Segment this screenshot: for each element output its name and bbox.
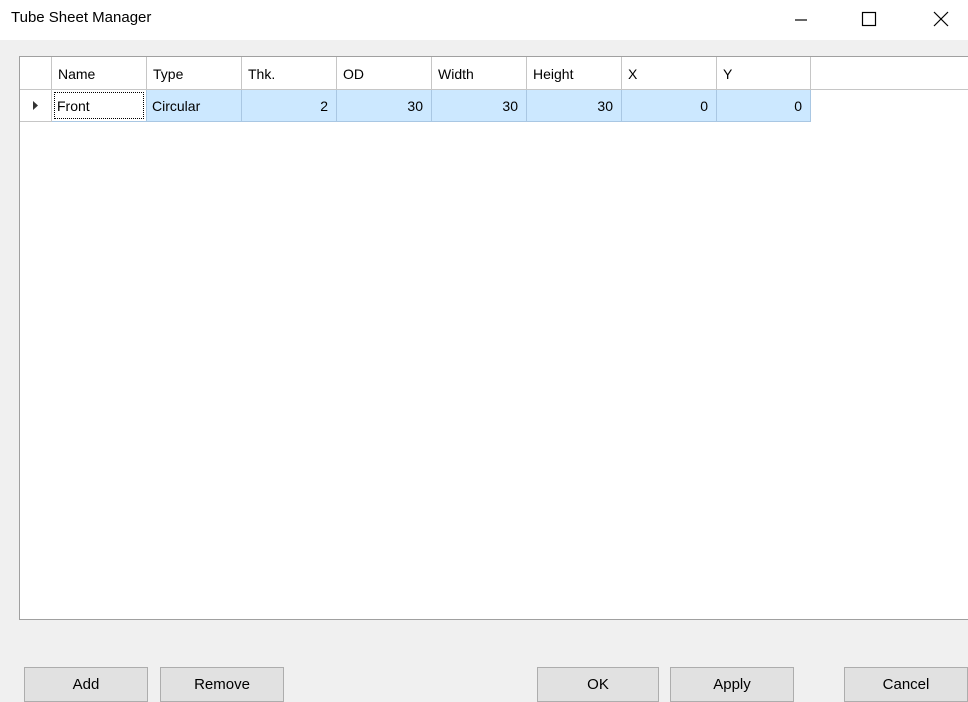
cell-type[interactable]: Circular — [147, 90, 242, 122]
column-header-y[interactable]: Y — [717, 57, 811, 90]
window-title: Tube Sheet Manager — [11, 9, 152, 26]
maximize-button[interactable] — [846, 0, 892, 38]
cell-x[interactable]: 0 — [622, 90, 717, 122]
column-header-width[interactable]: Width — [432, 57, 527, 90]
grid-header-row: Name Type Thk. OD Width Height X Y — [20, 57, 968, 90]
minimize-button[interactable] — [778, 0, 824, 38]
tube-sheet-grid[interactable]: Name Type Thk. OD Width Height X Y Front… — [19, 56, 968, 620]
column-header-thk[interactable]: Thk. — [242, 57, 337, 90]
cell-height[interactable]: 30 — [527, 90, 622, 122]
cancel-button[interactable]: Cancel — [844, 667, 968, 702]
apply-button[interactable]: Apply — [670, 667, 794, 702]
minimize-icon — [795, 19, 807, 21]
ok-button[interactable]: OK — [537, 667, 659, 702]
close-icon — [933, 11, 949, 27]
cell-name-text: Front — [57, 98, 90, 114]
dialog-window: Tube Sheet Manager Name Type Thk. OD Wid… — [0, 0, 968, 702]
maximize-icon — [861, 11, 877, 27]
remove-button[interactable]: Remove — [160, 667, 284, 702]
column-header-height[interactable]: Height — [527, 57, 622, 90]
cell-name[interactable]: Front — [52, 90, 147, 122]
row-pointer-icon — [32, 101, 38, 110]
close-button[interactable] — [918, 0, 964, 38]
title-bar[interactable]: Tube Sheet Manager — [0, 0, 968, 40]
column-header-name[interactable]: Name — [52, 57, 147, 90]
row-selector[interactable] — [20, 90, 52, 122]
cell-od[interactable]: 30 — [337, 90, 432, 122]
add-button[interactable]: Add — [24, 667, 148, 702]
column-header-type[interactable]: Type — [147, 57, 242, 90]
table-row[interactable]: Front Circular 2 30 30 30 0 0 — [20, 90, 811, 122]
column-header-x[interactable]: X — [622, 57, 717, 90]
cell-y[interactable]: 0 — [717, 90, 811, 122]
grid-corner-header[interactable] — [20, 57, 52, 90]
column-header-od[interactable]: OD — [337, 57, 432, 90]
cell-thk[interactable]: 2 — [242, 90, 337, 122]
cell-width[interactable]: 30 — [432, 90, 527, 122]
